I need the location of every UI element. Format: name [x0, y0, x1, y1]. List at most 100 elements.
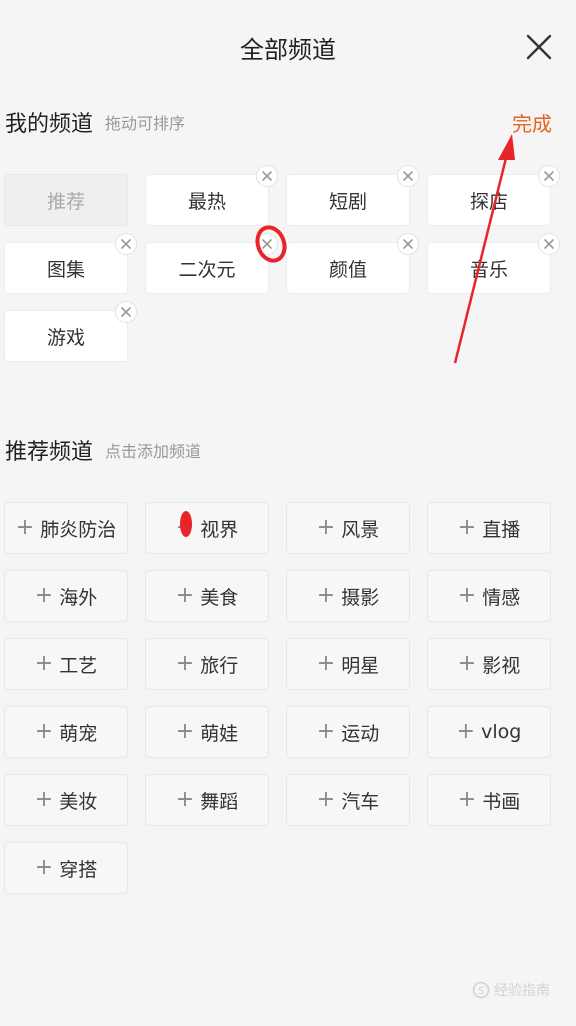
channel-label: 二次元 [178, 258, 236, 281]
close-icon [403, 171, 413, 181]
plus-icon: + [457, 515, 477, 540]
my-channel-chip[interactable]: 探店 [427, 165, 560, 226]
plus-icon: + [34, 583, 54, 608]
close-icon [262, 239, 272, 249]
channel-label: 汽车 [341, 790, 380, 813]
done-button[interactable]: 完成 [512, 108, 552, 137]
remove-channel-button[interactable] [115, 233, 137, 255]
remove-channel-button[interactable] [397, 233, 419, 255]
watermark-text: 经验指南 [494, 983, 550, 999]
recommended-channel-chip[interactable]: + 风景 [286, 502, 410, 554]
recommended-channel-chip[interactable]: + 视界 [145, 502, 269, 554]
channel-label: 情感 [482, 586, 521, 609]
channel-label: 视界 [200, 518, 239, 541]
channel-label: 图集 [46, 258, 85, 281]
channel-label: 舞蹈 [200, 790, 239, 813]
recommended-channel-chip[interactable]: + 美妆 [4, 774, 128, 826]
channel-label: 音乐 [469, 258, 508, 281]
recommended-channel-chip[interactable]: + 明星 [286, 638, 410, 690]
my-channel-chip[interactable]: 最热 [145, 165, 278, 226]
channel-label: 工艺 [59, 654, 98, 677]
channel-label: 影视 [482, 654, 521, 677]
close-icon [526, 34, 552, 60]
header: 全部频道 [0, 0, 576, 100]
my-channel-chip[interactable]: 游戏 [4, 301, 137, 362]
my-channel-chip[interactable]: 音乐 [427, 233, 560, 294]
recommended-channels-hint: 点击添加频道 [105, 442, 202, 461]
plus-icon: + [175, 719, 195, 744]
plus-icon: + [457, 583, 477, 608]
remove-channel-button[interactable] [256, 165, 278, 187]
recommended-channel-chip[interactable]: + 汽车 [286, 774, 410, 826]
remove-channel-button[interactable] [538, 165, 560, 187]
recommended-channel-chip[interactable]: + 书画 [427, 774, 551, 826]
recommended-channel-chip[interactable]: + 情感 [427, 570, 551, 622]
recommended-channel-chip[interactable]: + 直播 [427, 502, 551, 554]
channel-label: 直播 [482, 518, 521, 541]
recommended-channel-chip[interactable]: + 美食 [145, 570, 269, 622]
recommended-channel-chip[interactable]: + 运动 [286, 706, 410, 758]
close-button[interactable] [522, 30, 556, 64]
plus-icon: + [34, 855, 54, 880]
recommended-channels-header: 推荐频道 点击添加频道 [5, 430, 201, 470]
my-channel-chip[interactable]: 二次元 [145, 233, 278, 294]
recommended-channel-chip[interactable]: + 肺炎防治 [4, 502, 128, 554]
channel-label: 书画 [482, 790, 521, 813]
channel-label: 风景 [341, 518, 380, 541]
watermark-logo-icon: S [472, 981, 490, 999]
recommended-channel-chip[interactable]: + 萌宠 [4, 706, 128, 758]
channel-label: 运动 [341, 722, 380, 745]
remove-channel-button[interactable] [115, 301, 137, 323]
plus-icon: + [316, 515, 336, 540]
plus-icon: + [34, 787, 54, 812]
plus-icon: + [316, 719, 336, 744]
channel-label: 颜值 [328, 258, 367, 281]
channel-label: 肺炎防治 [40, 518, 117, 541]
remove-channel-button[interactable] [538, 233, 560, 255]
channel-label: 海外 [59, 586, 98, 609]
channel-label: 探店 [469, 190, 508, 213]
channel-label: vlog [481, 721, 522, 743]
plus-icon: + [175, 583, 195, 608]
svg-text:S: S [478, 986, 484, 997]
channel-label: 游戏 [46, 326, 85, 349]
channel-label: 萌娃 [200, 722, 239, 745]
my-channel-chip[interactable]: 颜值 [286, 233, 419, 294]
close-icon [121, 307, 131, 317]
plus-icon: + [34, 719, 54, 744]
plus-icon: + [316, 583, 336, 608]
plus-icon: + [316, 651, 336, 676]
plus-icon: + [175, 787, 195, 812]
watermark: S 经验指南 [472, 980, 550, 1000]
close-icon [121, 239, 131, 249]
remove-channel-button[interactable] [256, 233, 278, 255]
channel-label: 摄影 [341, 586, 380, 609]
remove-channel-button[interactable] [397, 165, 419, 187]
channel-label: 美食 [200, 586, 239, 609]
recommended-channel-chip[interactable]: + 穿搭 [4, 842, 128, 894]
close-icon [544, 171, 554, 181]
recommended-channel-chip[interactable]: + 萌娃 [145, 706, 269, 758]
page-title: 全部频道 [240, 36, 336, 64]
plus-icon: + [456, 719, 476, 744]
recommended-channel-chip[interactable]: + 旅行 [145, 638, 269, 690]
recommended-channel-chip[interactable]: + 影视 [427, 638, 551, 690]
plus-icon: + [34, 651, 54, 676]
recommended-channel-chip[interactable]: + vlog [427, 706, 551, 758]
close-icon [403, 239, 413, 249]
my-channel-chip[interactable]: 短剧 [286, 165, 419, 226]
recommended-channels-grid: + 肺炎防治 + 视界 + 风景 + 直播 + 海外 + 美食 + 摄影 + 情感 + 工艺 + 旅行 + 明星 + 影视 + 萌… [4, 502, 572, 902]
plus-icon: + [175, 515, 195, 540]
channel-label: 穿搭 [59, 858, 98, 881]
my-channel-chip[interactable]: 推荐 [4, 174, 128, 226]
recommended-channel-chip[interactable]: + 海外 [4, 570, 128, 622]
plus-icon: + [457, 651, 477, 676]
my-channels-hint: 拖动可排序 [105, 114, 186, 133]
recommended-channel-chip[interactable]: + 工艺 [4, 638, 128, 690]
channel-label: 美妆 [59, 790, 98, 813]
recommended-channel-chip[interactable]: + 舞蹈 [145, 774, 269, 826]
recommended-channel-chip[interactable]: + 摄影 [286, 570, 410, 622]
my-channel-chip[interactable]: 图集 [4, 233, 137, 294]
plus-icon: + [457, 787, 477, 812]
plus-icon: + [15, 515, 35, 540]
